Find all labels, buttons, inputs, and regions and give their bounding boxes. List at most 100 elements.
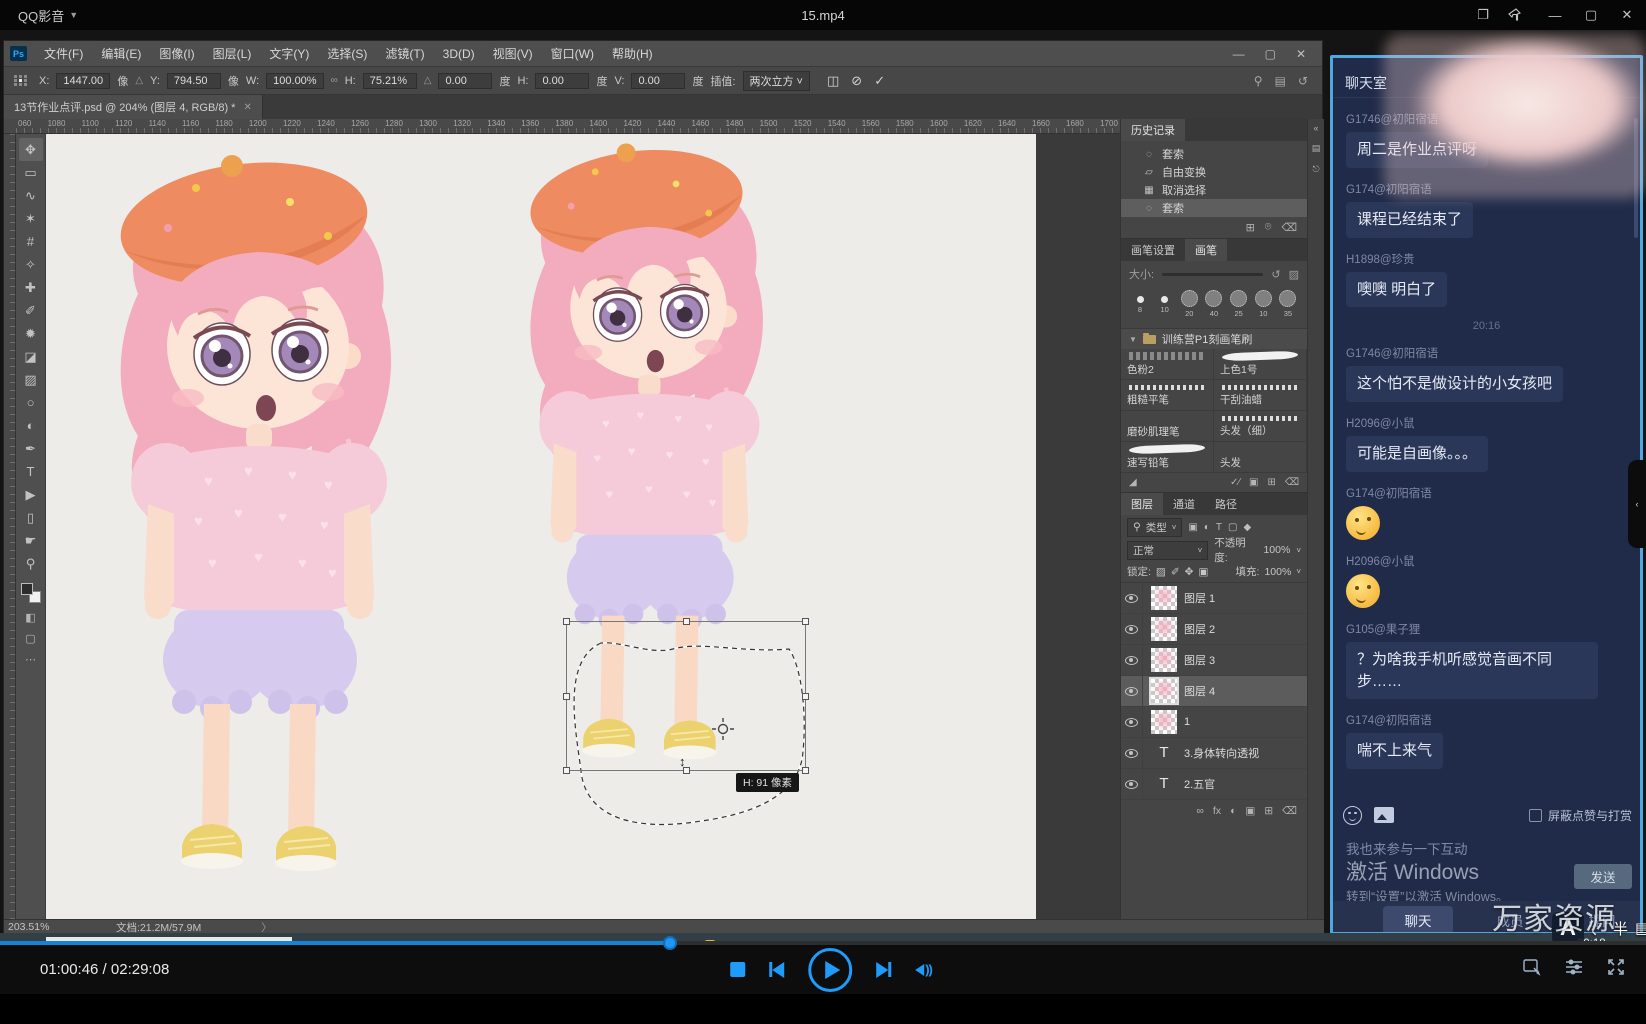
transform-handle[interactable] — [563, 693, 570, 700]
emoji-picker-icon[interactable] — [1343, 806, 1362, 825]
layer-row[interactable]: 2.五官 — [1121, 769, 1307, 800]
video-progress-bar[interactable] — [0, 941, 1646, 945]
document-tab[interactable]: 13节作业点评.psd @ 204% (图层 4, RGB/8) * ✕ — [4, 95, 263, 119]
new-layer-icon[interactable]: ⊞ — [1264, 805, 1273, 817]
layer-mask-icon[interactable]: ◐ — [1230, 805, 1236, 817]
filter-shape-icon[interactable]: ▢ — [1228, 522, 1237, 533]
close-icon[interactable]: ✕ — [1616, 7, 1638, 23]
new-folder-icon[interactable]: ▣ — [1249, 477, 1258, 488]
tool-button[interactable]: ▶ — [19, 483, 43, 506]
minimize-icon[interactable]: — — [1544, 8, 1566, 23]
menu-item[interactable]: 文件(F) — [35, 41, 92, 67]
send-button[interactable]: 发送 — [1574, 864, 1632, 889]
transform-handle[interactable] — [683, 618, 690, 625]
layer-visibility-toggle[interactable] — [1121, 645, 1143, 676]
layer-visibility-toggle[interactable] — [1121, 676, 1143, 707]
tool-button[interactable]: ◐ — [19, 414, 43, 437]
settings-sliders-icon[interactable] — [1564, 957, 1584, 977]
menu-item[interactable]: 文字(Y) — [260, 41, 318, 67]
opacity-value[interactable]: 100% — [1263, 544, 1290, 556]
lock-transparency-icon[interactable]: ▨ — [1156, 566, 1166, 578]
more-tools-icon[interactable]: ⋯ — [25, 653, 36, 666]
history-panel-tab[interactable]: 历史记录 — [1121, 119, 1185, 141]
layer-filter-select[interactable]: ⚲类型˅ — [1127, 518, 1182, 537]
history-step[interactable]: ▱ 自由变换 — [1121, 163, 1307, 181]
brush-size-slider[interactable] — [1162, 273, 1263, 276]
brush-item[interactable]: 头发 — [1214, 442, 1307, 473]
transform-bounding-box[interactable] — [566, 621, 806, 771]
commit-transform-icon[interactable]: ✓ — [874, 73, 885, 89]
tool-button[interactable]: ∿ — [19, 184, 43, 207]
tool-button[interactable]: ◪ — [19, 345, 43, 368]
tool-button[interactable]: ✶ — [19, 207, 43, 230]
menu-item[interactable]: 选择(S) — [318, 41, 376, 67]
workspace-icon[interactable]: ▤ — [1275, 74, 1286, 88]
tool-button[interactable]: ✥ — [19, 138, 43, 161]
ps-close-button[interactable]: ✕ — [1296, 41, 1306, 67]
menu-item[interactable]: 滤镜(T) — [376, 41, 433, 67]
layer-row[interactable]: 图层 2 — [1121, 614, 1307, 645]
collapse-panels-icon[interactable]: « — [1313, 123, 1318, 133]
foreground-color-swatch[interactable] — [21, 583, 33, 595]
tool-button[interactable]: ⚲ — [19, 552, 43, 575]
brush-preset[interactable]: 8 — [1129, 289, 1151, 314]
search-icon[interactable]: ⚲ — [1254, 74, 1263, 88]
transform-handle[interactable] — [563, 767, 570, 774]
zoom-level[interactable]: 203.51% — [8, 921, 108, 933]
tool-button[interactable]: ✧ — [19, 253, 43, 276]
chat-tab[interactable]: 聊天 — [1383, 906, 1453, 934]
lock-position-icon[interactable]: ✥ — [1185, 566, 1194, 578]
brush-item[interactable]: 色粉2 — [1121, 349, 1214, 380]
paths-tab[interactable]: 路径 — [1205, 493, 1247, 515]
volume-button[interactable]: )) — [915, 962, 932, 977]
new-document-from-state-icon[interactable]: ⊞ — [1246, 221, 1255, 234]
delta-icon[interactable]: △ — [135, 75, 143, 86]
tool-button[interactable]: ○ — [19, 391, 43, 414]
quick-mask-icon[interactable]: ◧ — [25, 611, 35, 624]
menu-item[interactable]: 视图(V) — [484, 41, 542, 67]
new-group-icon[interactable]: ▣ — [1245, 805, 1255, 817]
layer-row[interactable]: 3.身体转向透视 — [1121, 738, 1307, 769]
layer-row[interactable]: 图层 4 — [1121, 676, 1307, 707]
brush-preset[interactable]: 35 — [1277, 289, 1299, 318]
reference-point-widget[interactable] — [14, 75, 28, 86]
layer-visibility-toggle[interactable] — [1121, 614, 1143, 645]
mute-rewards-checkbox[interactable]: 屏蔽点赞与打赏 — [1529, 807, 1632, 824]
stop-button[interactable] — [730, 962, 745, 977]
history-step[interactable]: ◌ 套索 — [1121, 199, 1307, 217]
menu-item[interactable]: 编辑(E) — [92, 41, 150, 67]
menu-item[interactable]: 窗口(W) — [542, 41, 603, 67]
tool-button[interactable]: ▭ — [19, 161, 43, 184]
warp-mode-icon[interactable]: ◫ — [827, 73, 839, 89]
stroke-preview-toggle-icon[interactable]: ▨ — [1289, 268, 1299, 281]
pin-icon[interactable] — [1508, 8, 1530, 22]
layers-tab[interactable]: 图层 — [1121, 493, 1163, 515]
blend-mode-select[interactable]: 正常˅ — [1127, 541, 1208, 560]
ps-maximize-button[interactable]: ▢ — [1265, 41, 1276, 67]
playlist-handle[interactable]: ‹ — [1628, 460, 1646, 548]
previous-button[interactable] — [769, 962, 784, 978]
y-input[interactable]: 794.50 — [167, 73, 221, 89]
tool-button[interactable]: ▯ — [19, 506, 43, 529]
share-icon[interactable]: ⎋ — [1312, 164, 1319, 175]
layer-visibility-toggle[interactable] — [1121, 769, 1143, 800]
lock-pixels-icon[interactable]: ✐ — [1171, 566, 1180, 578]
tool-button[interactable]: ✐ — [19, 299, 43, 322]
layer-row[interactable]: 图层 1 — [1121, 583, 1307, 614]
checkbox-icon[interactable] — [1529, 809, 1542, 822]
delete-brush-icon[interactable]: ⌫ — [1285, 477, 1299, 488]
player-app-menu[interactable]: QQ影音 ▼ — [18, 6, 78, 25]
brush-preset[interactable]: 25 — [1228, 289, 1250, 318]
canvas-area[interactable]: ♥♥♥♥ ♥♥♥♥ ♥♥♥♥ — [46, 134, 1120, 919]
tool-button[interactable]: ☛ — [19, 529, 43, 552]
brush-item[interactable]: 粗糙平笔 — [1121, 380, 1214, 411]
snapshot-icon[interactable] — [1522, 957, 1542, 977]
layer-visibility-toggle[interactable] — [1121, 738, 1143, 769]
tool-button[interactable]: ✚ — [19, 276, 43, 299]
brush-angle-icon[interactable]: ◢ — [1129, 477, 1137, 488]
history-step[interactable]: ◌ 套索 — [1121, 145, 1307, 163]
filter-pixel-icon[interactable]: ▣ — [1188, 522, 1197, 533]
brushes-tab[interactable]: 画笔 — [1185, 239, 1227, 261]
brush-preset[interactable]: 10 — [1154, 289, 1176, 314]
panel-icon[interactable]: ▤ — [1312, 143, 1321, 154]
